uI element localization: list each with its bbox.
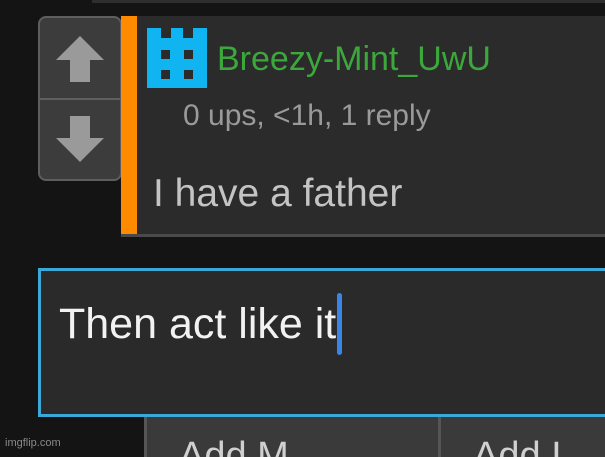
reply-input-value: Then act like it xyxy=(59,299,337,348)
arrow-up-icon xyxy=(56,36,104,82)
reply-input-content: Then act like it xyxy=(59,293,343,355)
reply-input[interactable]: Then act like it xyxy=(38,268,605,417)
comment-accent-bar xyxy=(121,16,137,234)
arrow-down-icon xyxy=(56,116,104,162)
add-meme-button[interactable]: Add M xyxy=(144,417,440,457)
pixel-cat-avatar-icon xyxy=(147,28,207,88)
parent-comment: Breezy-Mint_UwU 0 ups, <1h, 1 reply I ha… xyxy=(121,16,605,237)
upvote-button[interactable] xyxy=(40,18,120,98)
add-meme-label: Add M xyxy=(179,435,289,457)
top-divider xyxy=(92,0,605,3)
downvote-button[interactable] xyxy=(40,100,120,179)
reply-actions: Add M Add I xyxy=(144,417,605,457)
comment-username[interactable]: Breezy-Mint_UwU xyxy=(217,40,491,79)
comment-text: I have a father xyxy=(153,172,403,215)
add-image-button[interactable]: Add I xyxy=(438,417,605,457)
comment-meta: 0 ups, <1h, 1 reply xyxy=(183,99,431,132)
vote-box xyxy=(38,16,122,181)
watermark: imgflip.com xyxy=(5,437,61,449)
text-caret xyxy=(337,293,343,355)
avatar[interactable] xyxy=(147,28,207,93)
add-image-label: Add I xyxy=(473,435,562,457)
